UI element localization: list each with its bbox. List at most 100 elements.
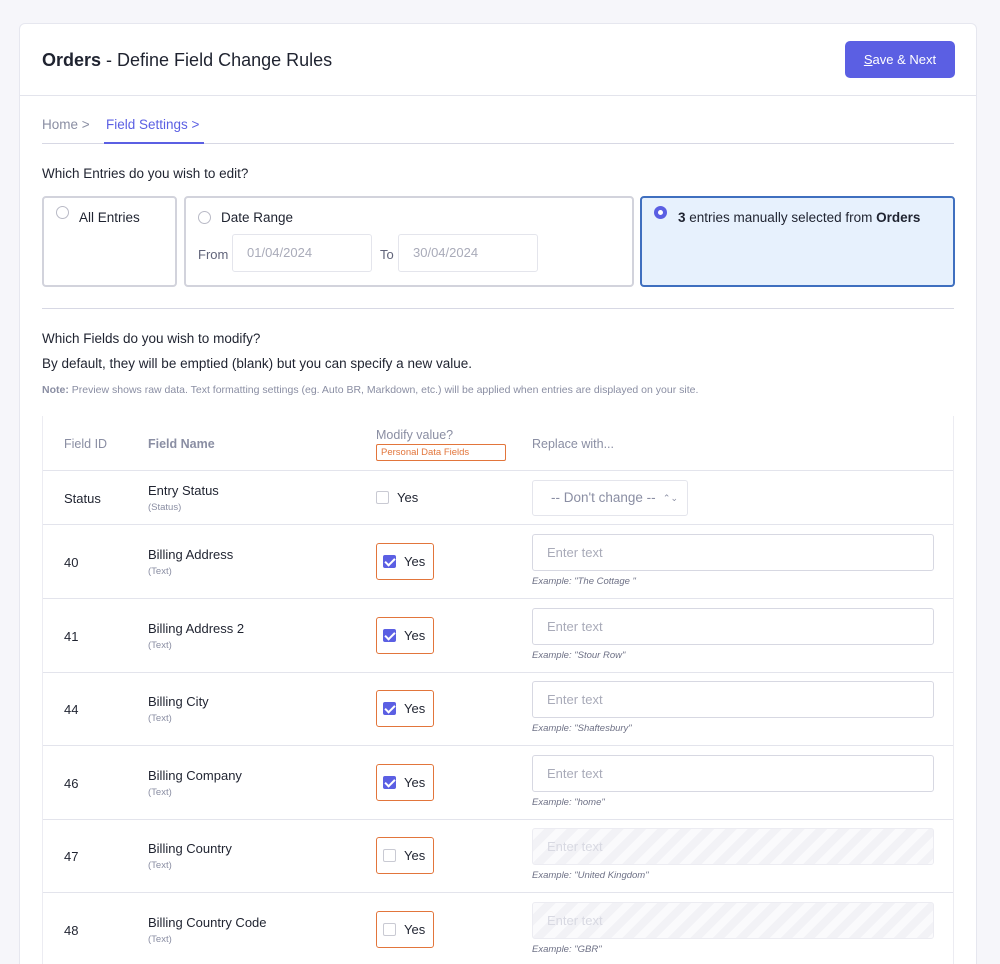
modify-toggle[interactable]: Yes [376,690,434,727]
modify-yes-label: Yes [404,922,426,937]
example-value: Example: "home" [532,797,605,808]
modify-yes-label: Yes [404,848,426,863]
header-modify-value: Modify value? [376,428,454,442]
modify-yes-label: Yes [404,701,426,716]
field-type: (Text) [148,566,172,577]
modify-toggle[interactable]: Yes [376,617,434,654]
select-arrows-icon: ⌃⌄ [662,493,678,503]
title-channel: Orders [42,50,102,70]
modify-toggle-status[interactable]: Yes [376,488,434,508]
field-id: 40 [64,555,79,570]
field-name: Billing City [148,694,209,709]
field-type: (Text) [148,934,172,945]
modify-yes-label: Yes [397,490,419,505]
date-range-label: Date Range [221,210,294,225]
modify-checkbox[interactable] [383,555,396,568]
field-type: (Text) [148,640,172,651]
manual-source: Orders [876,210,921,225]
field-name: Billing Country Code [148,915,267,930]
modify-yes-label: Yes [404,628,426,643]
to-date-input[interactable]: 30/04/2024 [398,234,538,272]
table-row: 41 Billing Address 2 (Text) Yes Enter text Ex… [43,599,953,673]
table-row-status: Status Entry Status (Status) Yes -- Don'… [43,471,953,525]
field-id: 44 [64,702,79,717]
option-date-range[interactable]: Date Range From 01/04/2024 To 30/04/2024 [184,196,634,287]
from-date-input[interactable]: 01/04/2024 [232,234,372,272]
table-row: 46 Billing Company (Text) Yes Enter text Exam… [43,746,953,820]
from-label: From [198,247,229,262]
breadcrumb-home[interactable]: Home > [42,117,90,132]
manual-selection-label: 3 entries manually selected from Orders [678,210,920,225]
modify-checkbox[interactable] [376,491,389,504]
replace-text-input[interactable]: Enter text [532,681,934,718]
table-row: 48 Billing Country Code (Text) Yes Enter tex… [43,893,953,964]
field-id: 41 [64,629,79,644]
modify-toggle[interactable]: Yes [376,764,434,801]
modify-checkbox[interactable] [383,849,396,862]
status-select-value: -- Don't change -- [551,490,656,505]
manual-selection-radio[interactable] [654,206,667,219]
save-button-label: ave & Next [872,52,937,67]
fields-description: By default, they will be emptied (blank)… [42,356,472,371]
breadcrumb-field-settings[interactable]: Field Settings > [106,117,199,132]
entries-question: Which Entries do you wish to edit? [42,166,249,181]
table-row: 40 Billing Address (Text) Yes Enter text Exam… [43,525,953,599]
modify-yes-label: Yes [404,554,426,569]
modify-toggle[interactable]: Yes [376,837,434,874]
all-entries-label: All Entries [79,210,140,225]
manual-text: entries manually selected from [685,210,877,225]
example-value: Example: "GBR" [532,944,602,955]
page-title: Orders - Define Field Change Rules [42,50,332,71]
field-name: Billing Company [148,768,242,783]
field-id: Status [64,491,101,506]
personal-data-badge: Personal Data Fields [376,444,506,461]
manual-count: 3 [678,210,686,225]
modify-toggle[interactable]: Yes [376,911,434,948]
field-type: (Text) [148,713,172,724]
field-id: 46 [64,776,79,791]
page-header: Orders - Define Field Change Rules Save … [20,24,976,96]
replace-text-input: Enter text [532,828,934,865]
header-field-id: Field ID [64,437,108,451]
field-id: 47 [64,849,79,864]
field-name: Entry Status [148,483,219,498]
replace-text-input[interactable]: Enter text [532,534,934,571]
status-select[interactable]: -- Don't change -- ⌃⌄ [532,480,688,516]
field-name: Billing Address 2 [148,621,245,636]
modify-checkbox[interactable] [383,629,396,642]
modify-checkbox[interactable] [383,923,396,936]
replace-text-input[interactable]: Enter text [532,755,934,792]
main-card: Orders - Define Field Change Rules Save … [19,23,977,964]
breadcrumb-active-indicator [104,142,204,144]
header-replace-with: Replace with... [532,437,614,451]
field-name: Billing Address [148,547,234,562]
field-type: (Text) [148,787,172,798]
modify-checkbox[interactable] [383,776,396,789]
example-value: Example: "Stour Row" [532,650,626,661]
title-text: - Define Field Change Rules [101,50,333,70]
all-entries-radio[interactable] [56,206,69,219]
modify-checkbox[interactable] [383,702,396,715]
save-button-accesskey: S [863,52,873,67]
replace-text-input: Enter text [532,902,934,939]
note-label: Note: [42,384,69,396]
table-row: 44 Billing City (Text) Yes Enter text Example… [43,672,953,746]
example-value: Example: "United Kingdom" [532,870,649,881]
date-range-radio[interactable] [198,211,211,224]
fields-question: Which Fields do you wish to modify? [42,331,261,346]
replace-text-input[interactable]: Enter text [532,608,934,645]
table-row: 47 Billing Country (Text) Yes Enter text Exam… [43,819,953,893]
section-divider [42,308,954,309]
option-all-entries[interactable]: All Entries [42,196,177,287]
table-header: Field ID Field Name Modify value? Person… [43,416,953,471]
field-type: (Status) [148,502,182,513]
example-value: Example: "Shaftesbury" [532,723,632,734]
modify-toggle[interactable]: Yes [376,543,434,580]
save-next-button[interactable]: Save & Next [845,41,955,78]
modify-yes-label: Yes [404,775,426,790]
preview-note: Note: Preview shows raw data. Text forma… [42,384,698,396]
field-name: Billing Country [148,841,232,856]
example-value: Example: "The Cottage " [532,576,636,587]
fields-table: Field ID Field Name Modify value? Person… [42,416,954,964]
option-manual-selection[interactable]: 3 entries manually selected from Orders [640,196,955,287]
